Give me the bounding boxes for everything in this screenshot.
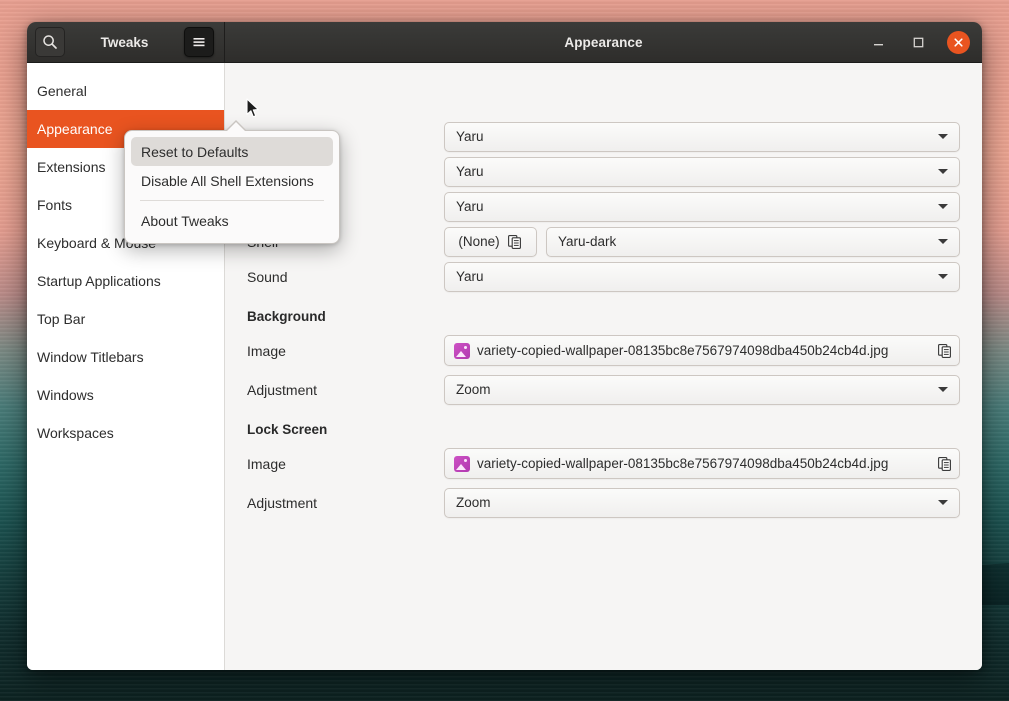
copy-icon[interactable] <box>937 343 953 359</box>
combo-value: Zoom <box>456 495 491 510</box>
sidebar-item-window-titlebars[interactable]: Window Titlebars <box>27 338 224 376</box>
lock-screen-adjustment-combo[interactable]: Zoom <box>444 487 960 518</box>
menu-item-disable-all-shell-extensions[interactable]: Disable All Shell Extensions <box>131 166 333 195</box>
combo-value: Yaru-dark <box>558 234 617 249</box>
row-lock-screen-image: Image variety-copied-wallpaper-08135bc8e… <box>247 446 960 481</box>
sidebar-item-label: Windows <box>37 387 94 403</box>
row-cursor-theme: Cursor Yaru <box>247 154 960 189</box>
chevron-down-icon <box>938 204 948 209</box>
row-sound-theme: Sound Yaru <box>247 259 960 294</box>
sidebar-item-startup-applications[interactable]: Startup Applications <box>27 262 224 300</box>
row-background-adjustment: Adjustment Zoom <box>247 372 960 407</box>
search-button[interactable] <box>35 27 65 57</box>
titlebar-left-pane: Tweaks <box>27 22 225 62</box>
titlebar-right-pane: Appearance <box>225 22 982 62</box>
close-button[interactable] <box>947 30 970 54</box>
background-adjustment-combo[interactable]: Zoom <box>444 374 960 405</box>
app-menu-popover: Reset to Defaults Disable All Shell Exte… <box>124 120 340 244</box>
row-shell-theme: Shell (None) <box>247 224 960 259</box>
minimize-icon <box>873 43 883 45</box>
background-image-file-chooser[interactable]: variety-copied-wallpaper-08135bc8e756797… <box>444 335 960 366</box>
menu-separator <box>140 200 324 201</box>
window-body: General Appearance Extensions Fonts Keyb… <box>27 63 982 670</box>
icons-theme-combo[interactable]: Yaru <box>444 191 960 222</box>
chevron-down-icon <box>938 387 948 392</box>
cursor-theme-combo[interactable]: Yaru <box>444 156 960 187</box>
sound-theme-combo[interactable]: Yaru <box>444 261 960 292</box>
maximize-button[interactable] <box>907 31 929 53</box>
row-background-image: Image variety-copied-wallpaper-08135bc8e… <box>247 333 960 368</box>
chevron-down-icon <box>938 500 948 505</box>
menu-item-reset-to-defaults[interactable]: Reset to Defaults <box>131 137 333 166</box>
sidebar-item-label: General <box>37 83 87 99</box>
close-icon <box>954 37 963 47</box>
combo-value: Yaru <box>456 129 484 144</box>
app-name-title: Tweaks <box>100 34 149 50</box>
shell-theme-combo[interactable]: Yaru-dark <box>546 226 960 257</box>
sidebar-item-workspaces[interactable]: Workspaces <box>27 414 224 452</box>
menu-item-label: Disable All Shell Extensions <box>141 172 314 189</box>
sidebar-item-label: Extensions <box>37 159 106 175</box>
chevron-down-icon <box>938 274 948 279</box>
hamburger-menu-button[interactable] <box>184 27 214 57</box>
row-label-background-adjustment: Adjustment <box>247 381 318 398</box>
hamburger-menu-icon <box>193 38 205 47</box>
desktop-wallpaper: Tweaks Appearance General Appearance Ext… <box>0 0 1009 701</box>
row-icons-theme: Icons Yaru <box>247 189 960 224</box>
section-heading-label: Background <box>247 308 326 324</box>
section-heading-background: Background <box>247 299 960 333</box>
window-controls <box>867 30 970 54</box>
chevron-down-icon <box>938 169 948 174</box>
lock-screen-image-filename: variety-copied-wallpaper-08135bc8e756797… <box>477 456 889 471</box>
chevron-down-icon <box>938 239 948 244</box>
sidebar-item-label: Fonts <box>37 197 73 213</box>
shell-theme-none-button[interactable]: (None) <box>444 226 537 257</box>
image-file-icon <box>454 455 470 472</box>
sidebar-item-label: Top Bar <box>37 311 86 327</box>
tweaks-window: Tweaks Appearance General Appearance Ext… <box>27 22 982 670</box>
image-file-icon <box>454 342 470 359</box>
background-image-filename: variety-copied-wallpaper-08135bc8e756797… <box>477 343 889 358</box>
lock-screen-image-file-chooser[interactable]: variety-copied-wallpaper-08135bc8e756797… <box>444 448 960 479</box>
row-label-sound: Sound <box>247 268 288 285</box>
menu-item-label: Reset to Defaults <box>141 143 249 160</box>
sidebar-item-general[interactable]: General <box>27 72 224 110</box>
section-heading-lock-screen: Lock Screen <box>247 412 960 446</box>
sidebar-item-top-bar[interactable]: Top Bar <box>27 300 224 338</box>
shell-none-label: (None) <box>458 234 500 249</box>
copy-icon[interactable] <box>937 456 953 472</box>
sidebar-item-label: Appearance <box>37 121 113 137</box>
chevron-down-icon <box>938 134 948 139</box>
applications-theme-combo[interactable]: Yaru <box>444 121 960 152</box>
combo-value: Yaru <box>456 164 484 179</box>
menu-item-about-tweaks[interactable]: About Tweaks <box>131 206 333 235</box>
sidebar-item-label: Workspaces <box>37 425 114 441</box>
sidebar-item-label: Startup Applications <box>37 273 161 289</box>
combo-value: Yaru <box>456 269 484 284</box>
window-titlebar: Tweaks Appearance <box>27 22 982 63</box>
search-icon <box>43 35 57 49</box>
sidebar-item-windows[interactable]: Windows <box>27 376 224 414</box>
section-heading-label: Lock Screen <box>247 421 328 437</box>
maximize-icon <box>913 37 923 47</box>
copy-icon <box>507 234 521 249</box>
menu-item-label: About Tweaks <box>141 212 229 229</box>
row-label-background-image: Image <box>247 342 286 359</box>
minimize-button[interactable] <box>867 31 889 53</box>
row-lock-screen-adjustment: Adjustment Zoom <box>247 485 960 520</box>
row-applications-theme: Applications Yaru <box>247 119 960 154</box>
combo-value: Zoom <box>456 382 491 397</box>
row-label-lock-screen-image: Image <box>247 455 286 472</box>
sidebar-item-label: Window Titlebars <box>37 349 144 365</box>
combo-value: Yaru <box>456 199 484 214</box>
row-label-lock-screen-adjustment: Adjustment <box>247 494 318 511</box>
